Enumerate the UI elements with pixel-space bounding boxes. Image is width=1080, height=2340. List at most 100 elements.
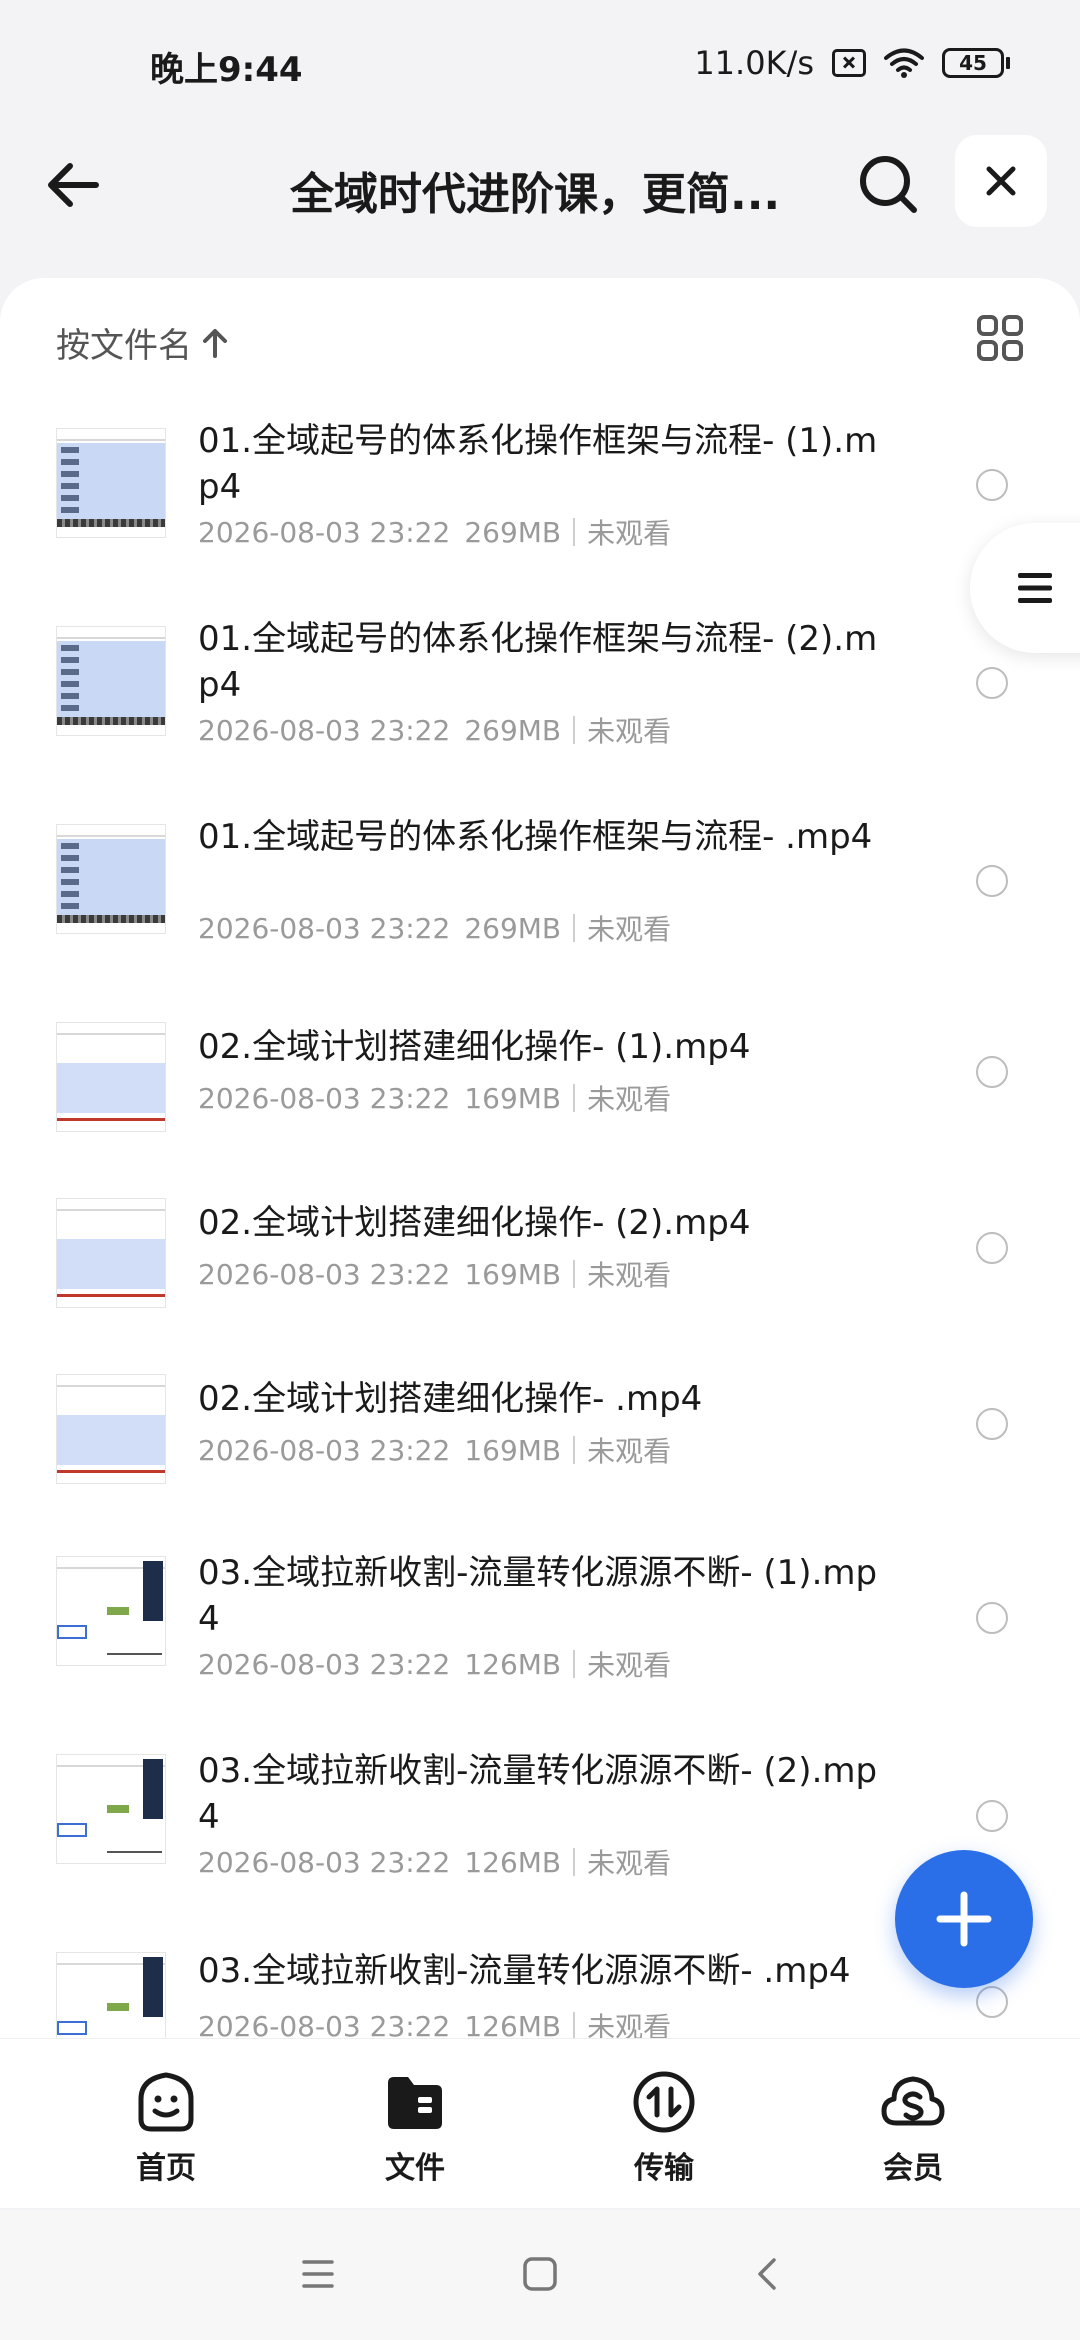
- no-sim-icon: [832, 49, 866, 77]
- nav-item-home[interactable]: 首页: [86, 2069, 246, 2187]
- grid-view-button[interactable]: [976, 314, 1024, 362]
- file-date: 2026-08-03 23:22: [198, 911, 451, 945]
- file-name: 03.全域拉新收割-流量转化源源不断- (1).mp4: [198, 1553, 878, 1639]
- file-row[interactable]: 02.全域计划搭建细化操作- .mp4 2026-08-03 23:22 169…: [0, 1354, 1080, 1530]
- file-name: 03.全域拉新收割-流量转化源源不断- .mp4: [198, 1951, 851, 1991]
- select-radio[interactable]: [976, 1986, 1008, 2018]
- file-meta: 2026-08-03 23:22 169MB 未观看: [198, 1430, 671, 1470]
- file-name: 03.全域拉新收割-流量转化源源不断- (2).mp4: [198, 1751, 878, 1837]
- network-speed: 11.0K/s: [694, 44, 814, 82]
- file-name: 02.全域计划搭建细化操作- .mp4: [198, 1379, 703, 1419]
- video-thumbnail: [56, 428, 166, 538]
- file-name: 02.全域计划搭建细化操作- (2).mp4: [198, 1203, 751, 1243]
- file-meta: 2026-08-03 23:22 169MB 未观看: [198, 1254, 671, 1294]
- file-meta: 2026-08-03 23:22 269MB 未观看: [198, 512, 671, 552]
- status-time: 晚上9:44: [150, 50, 303, 90]
- battery-level: 45: [942, 48, 1004, 78]
- file-row[interactable]: 02.全域计划搭建细化操作- (2).mp4 2026-08-03 23:22 …: [0, 1178, 1080, 1354]
- nav-item-files[interactable]: 文件: [335, 2069, 495, 2187]
- file-row[interactable]: 01.全域起号的体系化操作框架与流程- (2).mp4 2026-08-03 2…: [0, 606, 1080, 804]
- file-size: 269MB: [464, 515, 562, 549]
- video-thumbnail: [56, 1374, 166, 1484]
- nav-item-vip[interactable]: 会员: [833, 2069, 993, 2187]
- watch-status: 未观看: [587, 1259, 672, 1292]
- search-button[interactable]: [852, 148, 924, 220]
- plus-icon: [936, 1891, 992, 1947]
- video-thumbnail: [56, 824, 166, 934]
- select-radio[interactable]: [976, 469, 1008, 501]
- watch-status: 未观看: [587, 715, 672, 748]
- file-name: 02.全域计划搭建细化操作- (1).mp4: [198, 1027, 751, 1067]
- select-radio[interactable]: [976, 1232, 1008, 1264]
- file-name: 01.全域起号的体系化操作框架与流程- (1).mp4: [198, 421, 878, 507]
- nav-label: 会员: [883, 2151, 943, 2186]
- file-date: 2026-08-03 23:22: [198, 713, 451, 747]
- grid-icon: [977, 315, 1023, 361]
- status-bar: 晚上9:44 11.0K/s 45: [0, 0, 1080, 130]
- file-meta: 2026-08-03 23:22 269MB 未观看: [198, 908, 671, 948]
- select-radio[interactable]: [976, 865, 1008, 897]
- file-size: 269MB: [464, 713, 562, 747]
- system-nav-bar: [0, 2210, 1080, 2340]
- arrow-up-icon: [203, 328, 227, 358]
- home-button[interactable]: [520, 2254, 560, 2294]
- watch-status: 未观看: [587, 1435, 672, 1468]
- sort-label: 按文件名: [56, 326, 192, 366]
- video-thumbnail: [56, 1022, 166, 1132]
- file-size: 126MB: [464, 1845, 562, 1879]
- file-row[interactable]: 01.全域起号的体系化操作框架与流程- .mp4 2026-08-03 23:2…: [0, 804, 1080, 1002]
- watch-status: 未观看: [587, 517, 672, 550]
- search-icon: [860, 156, 917, 213]
- video-thumbnail: [56, 626, 166, 736]
- file-size: 169MB: [464, 1081, 562, 1115]
- page-title: 全域时代进阶课，更简...: [290, 169, 781, 220]
- file-size: 126MB: [464, 2009, 562, 2039]
- watch-status: 未观看: [587, 1649, 672, 1682]
- back-nav-button[interactable]: [748, 2254, 788, 2294]
- file-date: 2026-08-03 23:22: [198, 1647, 451, 1681]
- watch-status: 未观看: [587, 2011, 672, 2038]
- file-date: 2026-08-03 23:22: [198, 1081, 451, 1115]
- file-list-panel: 按文件名 01.全域起号的体系化操作框架与流程- (1).mp4 2026-08…: [0, 278, 1080, 2038]
- nav-label: 首页: [136, 2151, 196, 2186]
- watch-status: 未观看: [587, 1083, 672, 1116]
- close-button[interactable]: [955, 135, 1047, 227]
- wifi-icon: [884, 48, 924, 78]
- video-thumbnail: [56, 1952, 166, 2038]
- recent-apps-button[interactable]: [298, 2254, 338, 2294]
- file-size: 169MB: [464, 1433, 562, 1467]
- file-row[interactable]: 03.全域拉新收割-流量转化源源不断- (1).mp4 2026-08-03 2…: [0, 1530, 1080, 1728]
- file-row[interactable]: 02.全域计划搭建细化操作- (1).mp4 2026-08-03 23:22 …: [0, 1002, 1080, 1178]
- file-meta: 2026-08-03 23:22 126MB 未观看: [198, 2006, 671, 2038]
- cloud-vip-icon: [881, 2076, 945, 2126]
- watch-status: 未观看: [587, 1847, 672, 1880]
- battery-icon: 45: [942, 48, 1010, 78]
- file-name: 01.全域起号的体系化操作框架与流程- .mp4: [198, 817, 873, 857]
- watch-status: 未观看: [587, 913, 672, 946]
- folder-icon: [388, 2077, 442, 2129]
- video-thumbnail: [56, 1198, 166, 1308]
- close-icon: [986, 166, 1016, 196]
- file-name: 01.全域起号的体系化操作框架与流程- (2).mp4: [198, 619, 878, 705]
- select-radio[interactable]: [976, 1800, 1008, 1832]
- select-radio[interactable]: [976, 667, 1008, 699]
- sort-button[interactable]: 按文件名: [56, 318, 228, 367]
- file-date: 2026-08-03 23:22: [198, 1433, 451, 1467]
- file-meta: 2026-08-03 23:22 269MB 未观看: [198, 710, 671, 750]
- select-radio[interactable]: [976, 1056, 1008, 1088]
- video-thumbnail: [56, 1754, 166, 1864]
- file-date: 2026-08-03 23:22: [198, 1845, 451, 1879]
- menu-icon: [1018, 573, 1052, 603]
- nav-item-transfer[interactable]: 传输: [584, 2069, 744, 2187]
- status-indicators: 11.0K/s 45: [694, 44, 1010, 82]
- square-icon: [523, 2257, 557, 2291]
- file-row[interactable]: 01.全域起号的体系化操作框架与流程- (1).mp4 2026-08-03 2…: [0, 408, 1080, 606]
- back-button[interactable]: [40, 150, 110, 220]
- add-button[interactable]: [895, 1850, 1033, 1988]
- select-radio[interactable]: [976, 1408, 1008, 1440]
- file-meta: 2026-08-03 23:22 126MB 未观看: [198, 1842, 671, 1882]
- select-radio[interactable]: [976, 1602, 1008, 1634]
- nav-label: 传输: [634, 2151, 694, 2186]
- file-date: 2026-08-03 23:22: [198, 1257, 451, 1291]
- file-meta: 2026-08-03 23:22 126MB 未观看: [198, 1644, 671, 1684]
